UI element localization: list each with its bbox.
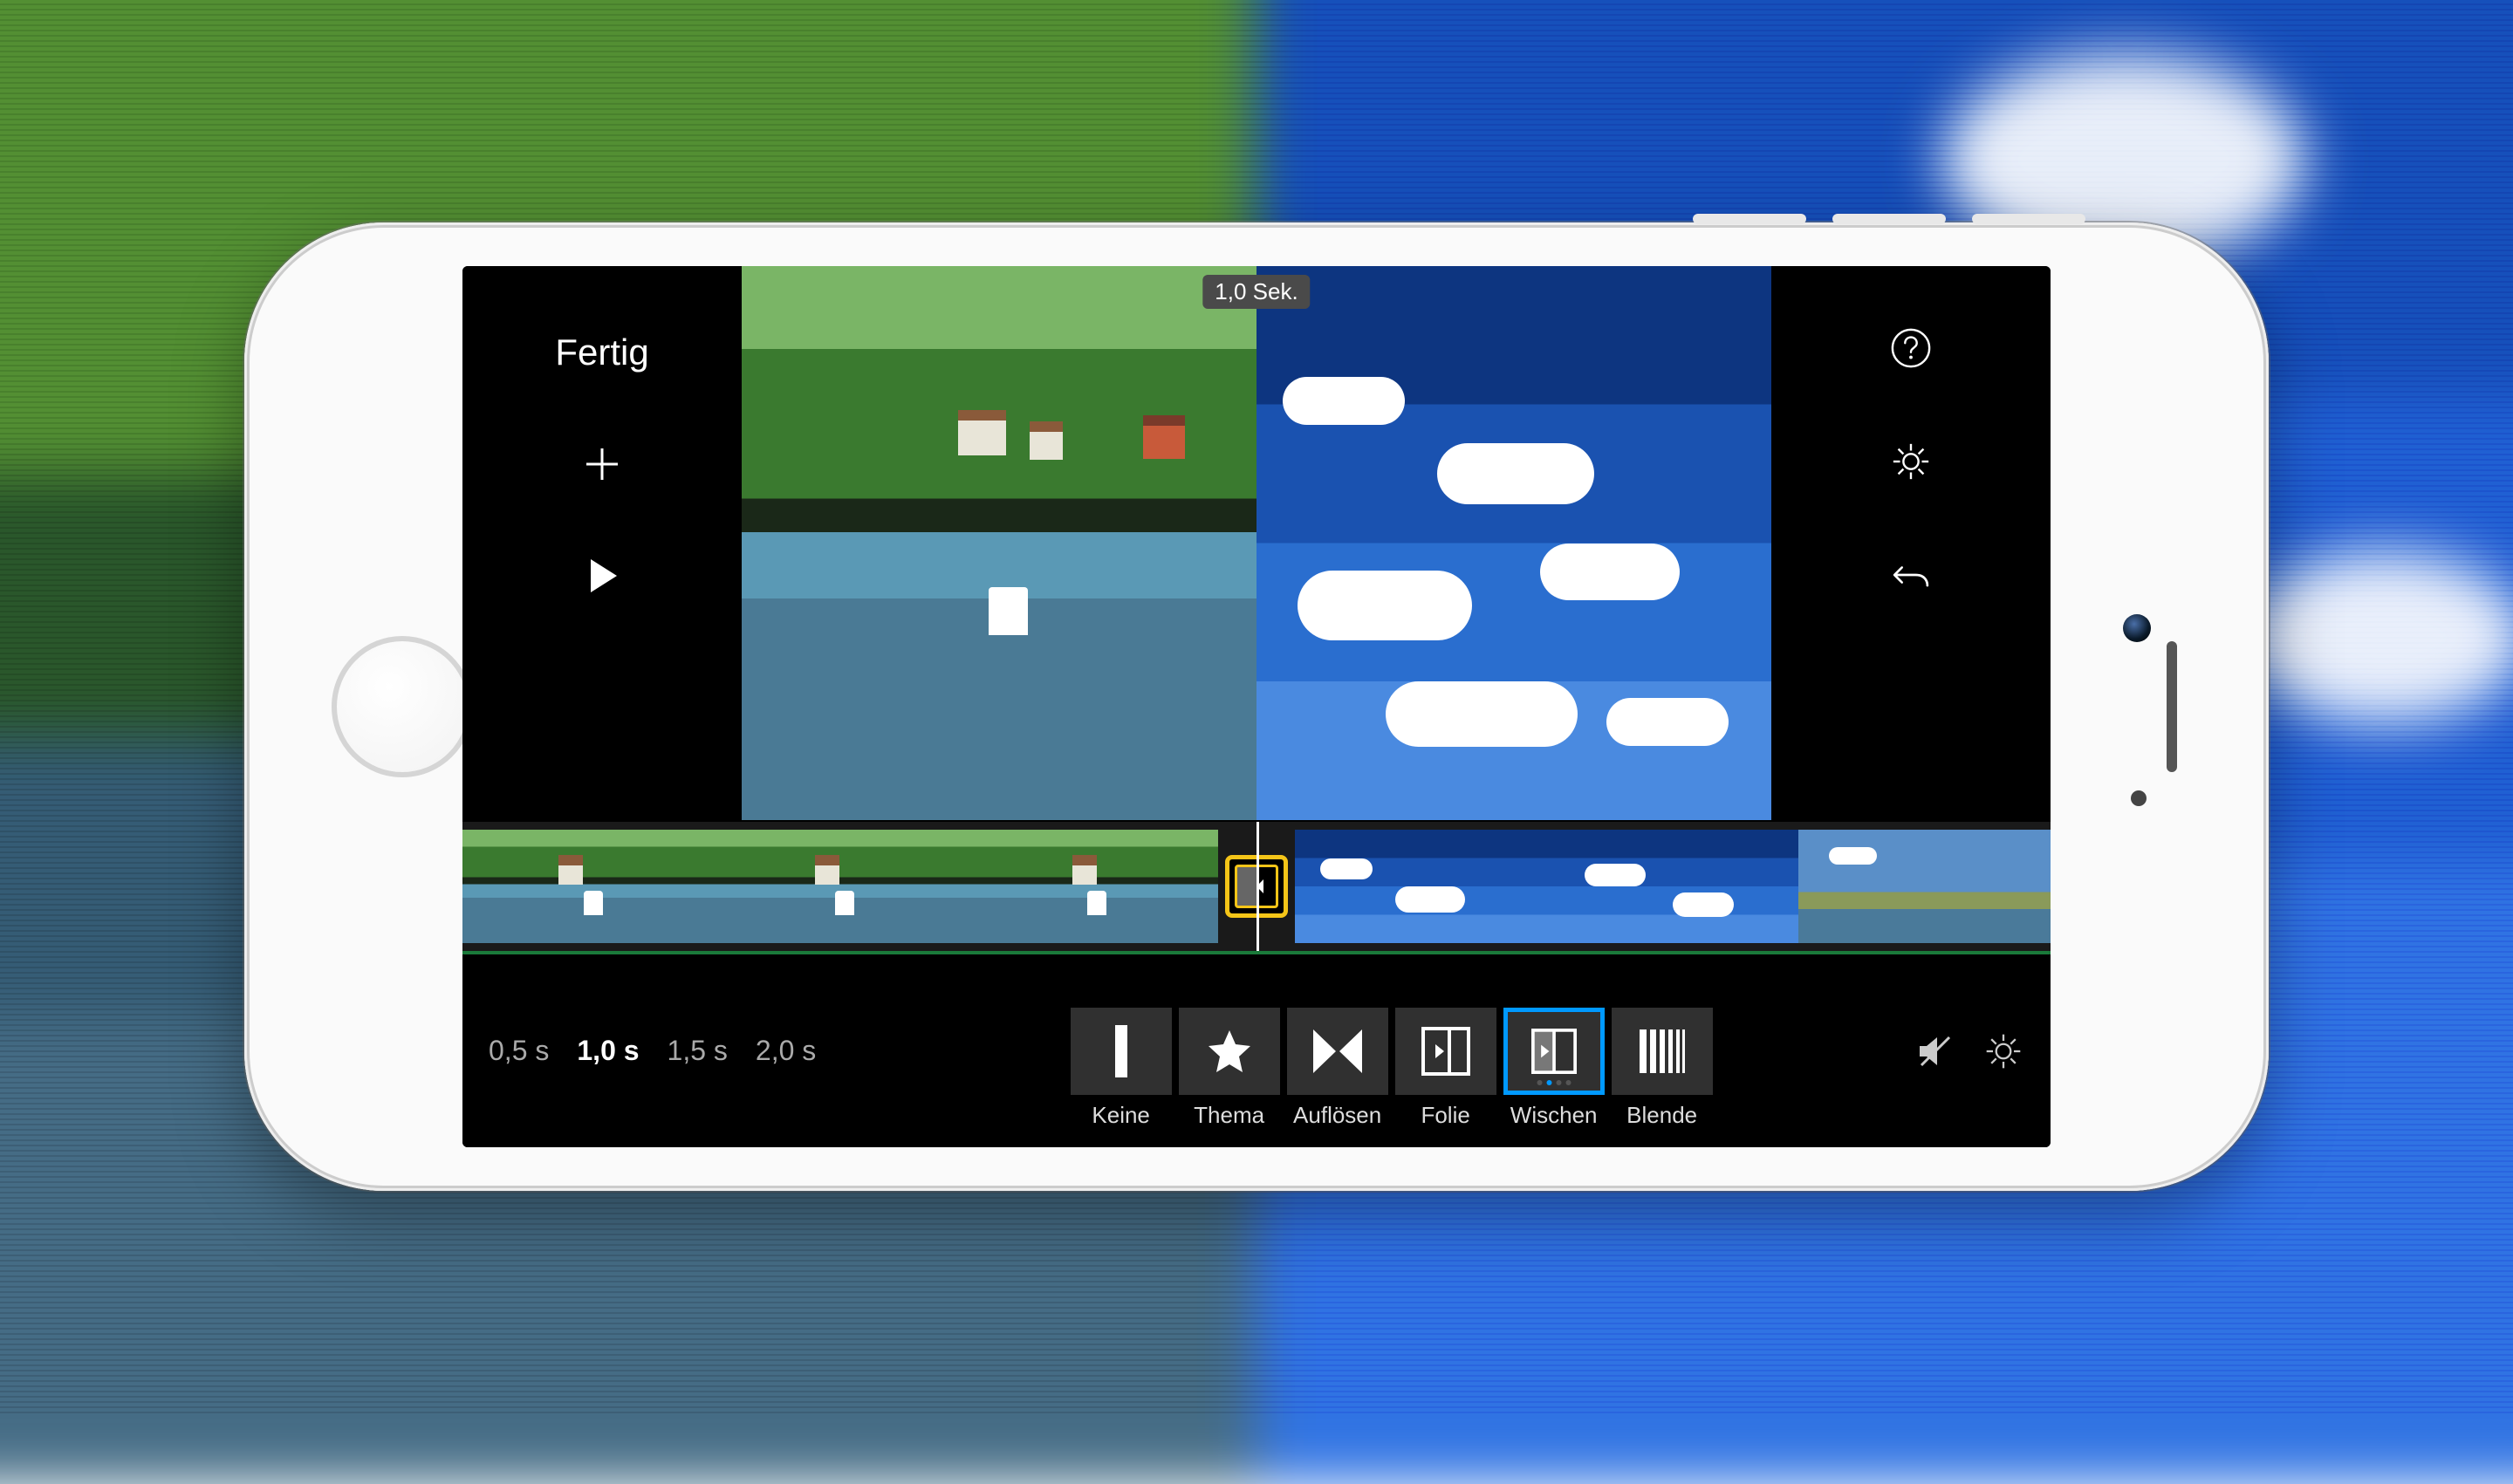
home-button[interactable]	[332, 636, 473, 777]
preview-left-clip	[742, 266, 1256, 820]
play-button[interactable]	[581, 555, 623, 597]
transition-slide[interactable]: Folie	[1395, 1008, 1496, 1095]
help-button[interactable]	[1890, 327, 1932, 369]
mute-icon	[1916, 1032, 1955, 1070]
star-icon	[1205, 1027, 1254, 1076]
transition-label: Wischen	[1510, 1102, 1598, 1129]
dissolve-icon	[1311, 1028, 1364, 1075]
help-icon	[1890, 326, 1932, 370]
iphone-device-frame: Fertig	[244, 222, 2269, 1191]
mute-switch	[1972, 214, 2085, 224]
volume-up-button	[1693, 214, 1806, 224]
timeline-clip-1[interactable]	[462, 830, 1218, 943]
app-screen: Fertig	[462, 266, 2051, 1147]
preview-right-clip	[1256, 266, 1771, 820]
right-bottom-controls	[1914, 1030, 2024, 1072]
right-controls	[1771, 266, 2051, 820]
volume-down-button	[1832, 214, 1946, 224]
duration-options: 0,5 s 1,0 s 1,5 s 2,0 s	[489, 1035, 816, 1067]
transition-duration-badge: 1,0 Sek.	[1202, 275, 1310, 309]
transition-controls: 0,5 s 1,0 s 1,5 s 2,0 s Keine Thema Aufl…	[462, 954, 2051, 1147]
play-icon	[582, 556, 622, 596]
transition-label: Blende	[1626, 1102, 1697, 1129]
settings-button[interactable]	[1890, 441, 1932, 482]
transition-tiles: Keine Thema Auflösen Folie Wische	[868, 1008, 1914, 1095]
none-icon	[1115, 1025, 1127, 1077]
plus-icon	[583, 445, 621, 483]
undo-icon	[1890, 554, 1932, 596]
mute-button[interactable]	[1914, 1030, 1956, 1072]
gear-icon	[1983, 1031, 2023, 1071]
playhead[interactable]	[1256, 822, 1259, 951]
project-settings-button[interactable]	[1982, 1030, 2024, 1072]
transition-none[interactable]: Keine	[1071, 1008, 1172, 1095]
duration-option[interactable]: 2,0 s	[756, 1035, 816, 1067]
microphone	[2131, 790, 2147, 806]
transition-dissolve[interactable]: Auflösen	[1287, 1008, 1388, 1095]
transition-wipe-selected[interactable]: Wischen	[1503, 1008, 1605, 1095]
fade-icon	[1638, 1028, 1687, 1075]
transition-theme[interactable]: Thema	[1179, 1008, 1280, 1095]
add-media-button[interactable]	[581, 443, 623, 485]
preview-viewport[interactable]: 1,0 Sek.	[742, 266, 1771, 820]
transition-fade[interactable]: Blende	[1612, 1008, 1713, 1095]
speaker	[2167, 641, 2177, 772]
transition-label: Auflösen	[1293, 1102, 1381, 1129]
duration-option-selected[interactable]: 1,0 s	[577, 1035, 639, 1067]
transition-label: Keine	[1092, 1102, 1150, 1129]
left-controls: Fertig	[462, 266, 742, 820]
transition-label: Thema	[1194, 1102, 1264, 1129]
duration-option[interactable]: 0,5 s	[489, 1035, 549, 1067]
front-camera	[2123, 614, 2151, 642]
gear-icon	[1890, 440, 1932, 483]
done-button[interactable]: Fertig	[555, 332, 648, 373]
undo-button[interactable]	[1890, 554, 1932, 596]
timeline-clip-2[interactable]	[1295, 830, 2051, 943]
duration-option[interactable]: 1,5 s	[668, 1035, 728, 1067]
preview-area: Fertig	[462, 266, 2051, 820]
transition-label: Folie	[1421, 1102, 1469, 1129]
slide-icon	[1421, 1027, 1470, 1076]
wipe-icon	[1531, 1029, 1577, 1074]
